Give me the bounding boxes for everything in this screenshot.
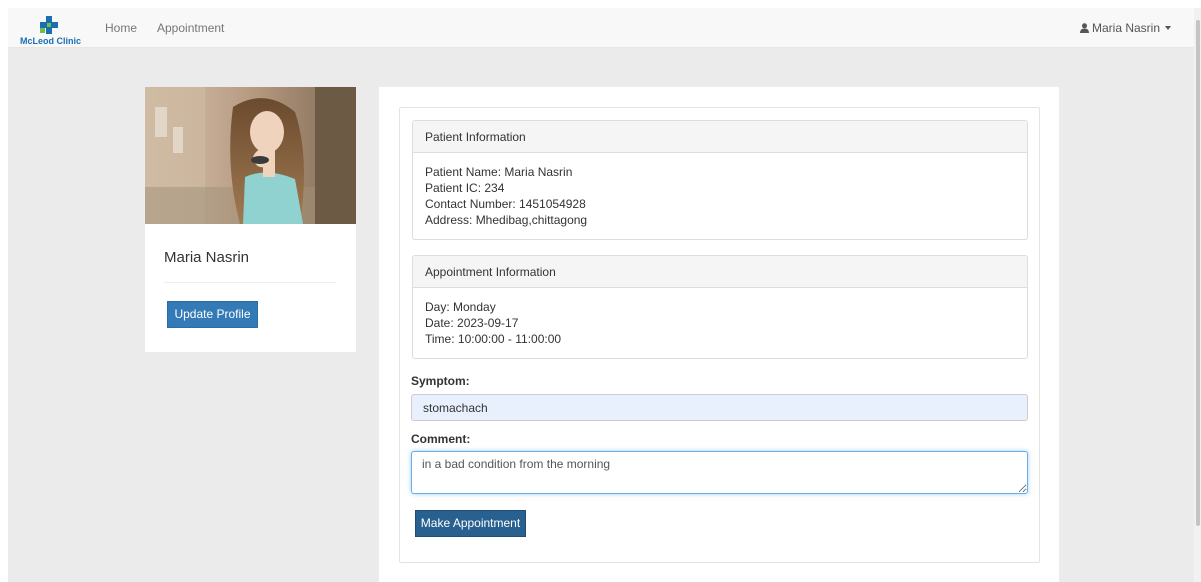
brand-name: McLeod Clinic [20, 36, 82, 46]
user-name: Maria Nasrin [1091, 21, 1160, 35]
patient-name-line: Patient Name: Maria Nasrin [425, 165, 573, 179]
appointment-panel-body: Day: Monday Date: 2023-09-17 Time: 10:00… [413, 288, 1027, 358]
patient-panel-heading: Patient Information [413, 121, 1027, 153]
page-scrollbar-thumb[interactable] [1196, 20, 1200, 526]
appointment-day-line: Day: Monday [425, 300, 496, 314]
user-dropdown[interactable]: Maria Nasrin [1079, 21, 1171, 35]
clinic-logo-icon [40, 16, 58, 34]
nav-home-link[interactable]: Home [105, 21, 137, 35]
profile-card: Maria Nasrin Update Profile [145, 87, 356, 352]
caret-down-icon [1165, 26, 1171, 30]
nav-appointment-link[interactable]: Appointment [157, 21, 224, 35]
top-navbar: McLeod Clinic Home Appointment Maria Nas… [8, 8, 1194, 48]
appointment-information-panel: Appointment Information Day: Monday Date… [412, 255, 1028, 359]
comment-label: Comment: [411, 432, 471, 446]
patient-information-panel: Patient Information Patient Name: Maria … [412, 120, 1028, 240]
brand-link[interactable]: McLeod Clinic [20, 16, 84, 46]
symptom-label: Symptom: [411, 374, 470, 388]
update-profile-button[interactable]: Update Profile [167, 301, 258, 328]
symptom-input[interactable] [411, 394, 1028, 421]
appointment-panel-heading: Appointment Information [413, 256, 1027, 288]
make-appointment-button[interactable]: Make Appointment [415, 510, 526, 537]
appointment-time-line: Time: 10:00:00 - 11:00:00 [425, 332, 562, 346]
appointment-card: Patient Information Patient Name: Maria … [379, 87, 1059, 582]
appointment-form-container: Patient Information Patient Name: Maria … [399, 107, 1040, 563]
patient-ic-line: Patient IC: 234 [425, 181, 505, 195]
profile-photo [145, 87, 356, 224]
patient-contact-line: Contact Number: 1451054928 [425, 197, 586, 211]
user-icon [1079, 23, 1089, 33]
patient-panel-body: Patient Name: Maria Nasrin Patient IC: 2… [413, 153, 1027, 239]
patient-address-line: Address: Mhedibag,chittagong [425, 213, 588, 227]
comment-textarea[interactable]: in a bad condition from the morning [411, 451, 1028, 494]
appointment-date-line: Date: 2023-09-17 [425, 316, 519, 330]
profile-divider [164, 282, 336, 283]
profile-name: Maria Nasrin [164, 249, 250, 266]
